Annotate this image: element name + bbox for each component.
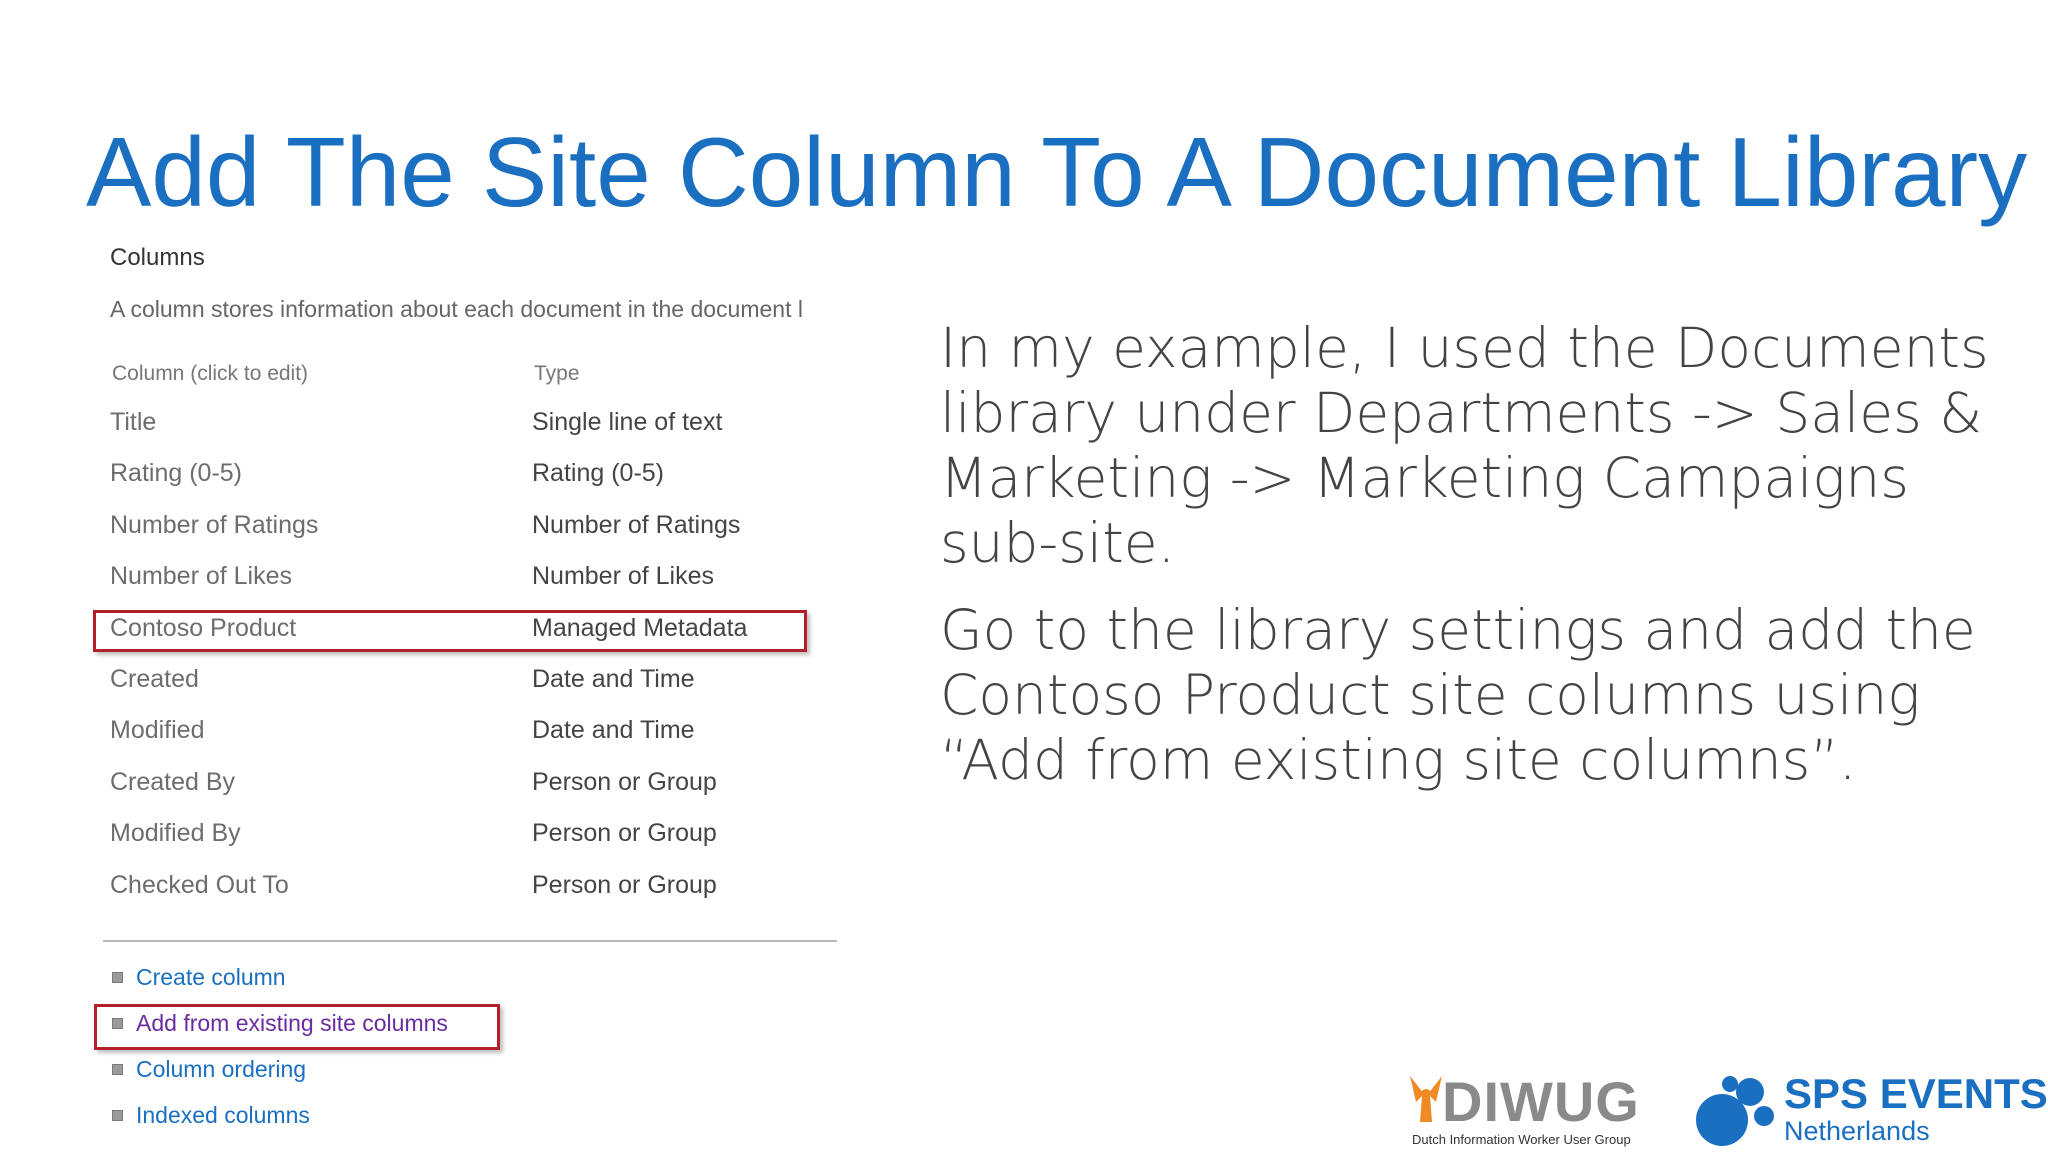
square-bullet-icon: [112, 972, 123, 983]
add-existing-highlight-box: [94, 1004, 500, 1050]
diwug-logo: DIWUG Dutch Information Worker User Grou…: [1406, 1072, 1656, 1152]
windmill-icon: [1410, 1076, 1442, 1122]
table-row[interactable]: Number of Likes Number of Likes: [100, 552, 840, 603]
column-type: Date and Time: [532, 664, 695, 693]
sps-events-wordmark: SPS EVENTS: [1784, 1070, 2048, 1117]
column-type: Person or Group: [532, 819, 717, 848]
column-name-link[interactable]: Rating (0-5): [110, 459, 242, 488]
create-column-link[interactable]: Create column: [136, 964, 286, 991]
column-type-header: Type: [534, 362, 580, 385]
square-bullet-icon: [112, 1110, 123, 1121]
diwug-wordmark: DIWUG: [1442, 1070, 1640, 1133]
square-bullet-icon: [112, 1064, 123, 1075]
column-name-link[interactable]: Number of Likes: [110, 562, 292, 591]
column-type: Person or Group: [532, 870, 717, 899]
column-name-header: Column (click to edit): [112, 362, 309, 385]
column-type: Number of Likes: [532, 562, 715, 591]
column-type: Number of Ratings: [532, 510, 741, 539]
table-row[interactable]: Checked Out To Person or Group: [100, 861, 840, 912]
slide-body-text: In my example, I used the Documents libr…: [940, 316, 2020, 793]
body-paragraph: In my example, I used the Documents libr…: [940, 316, 1989, 575]
table-row[interactable]: Created By Person or Group: [100, 758, 840, 809]
table-row[interactable]: Rating (0-5) Rating (0-5): [100, 449, 840, 500]
diwug-tagline: Dutch Information Worker User Group: [1412, 1132, 1631, 1147]
table-row[interactable]: Modified By Person or Group: [100, 809, 840, 860]
columns-heading: Columns: [110, 244, 205, 271]
body-paragraph: Go to the library settings and add the C…: [940, 598, 1976, 792]
table-row[interactable]: Created Date and Time: [100, 655, 840, 706]
column-name-link[interactable]: Created: [110, 665, 199, 694]
column-ordering-link[interactable]: Column ordering: [136, 1056, 306, 1083]
section-divider: [103, 940, 837, 942]
column-name-link[interactable]: Title: [110, 408, 156, 437]
table-row[interactable]: Modified Date and Time: [100, 706, 840, 757]
sps-events-logo: SPS EVENTS Netherlands: [1694, 1070, 2048, 1150]
column-type: Person or Group: [532, 767, 717, 796]
column-type: Single line of text: [532, 408, 723, 436]
column-name-link[interactable]: Checked Out To: [110, 871, 289, 900]
column-name-link[interactable]: Created By: [110, 768, 235, 797]
column-type: Date and Time: [532, 716, 695, 745]
sps-region: Netherlands: [1784, 1116, 1930, 1146]
slide-title: Add The Site Column To A Document Librar…: [86, 117, 2028, 227]
column-name-link[interactable]: Modified: [110, 716, 205, 745]
contoso-product-highlight-box: [93, 610, 807, 652]
table-row[interactable]: Title Single line of text: [100, 398, 840, 449]
table-row[interactable]: Number of Ratings Number of Ratings: [100, 501, 840, 552]
indexed-columns-link[interactable]: Indexed columns: [136, 1102, 310, 1129]
columns-table: Title Single line of text Rating (0-5) R…: [100, 398, 840, 912]
column-name-link[interactable]: Modified By: [110, 819, 241, 848]
sps-bubbles-icon: [1696, 1076, 1774, 1146]
columns-description: A column stores information about each d…: [110, 296, 803, 322]
column-name-link[interactable]: Number of Ratings: [110, 511, 318, 540]
column-type: Rating (0-5): [532, 459, 664, 488]
